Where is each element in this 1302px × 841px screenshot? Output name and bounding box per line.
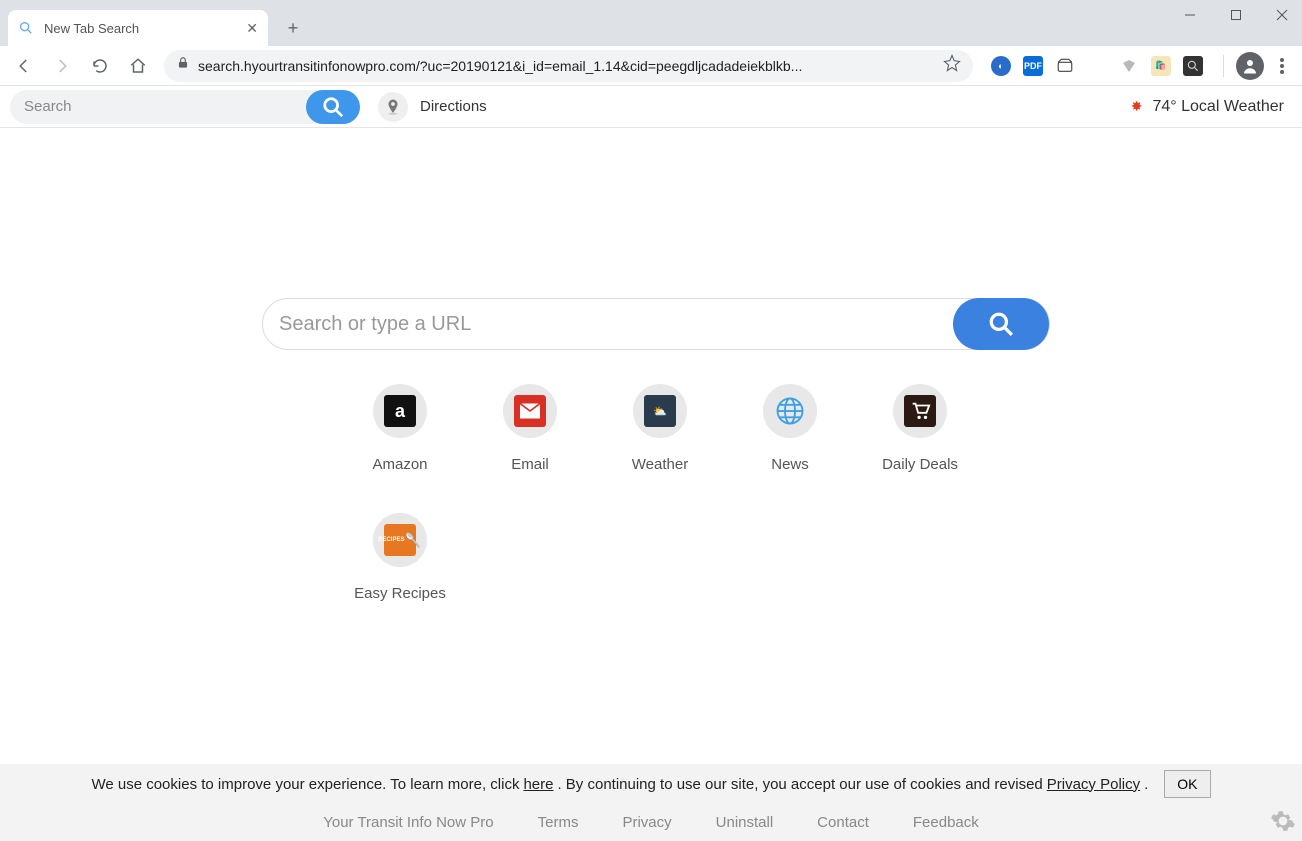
weather-icon: ⛅ [644,395,676,427]
extension-icon-wallet[interactable] [1055,56,1075,76]
weather-button[interactable]: ✸ 74° Local Weather [1131,98,1292,116]
window-close-button[interactable] [1270,3,1294,27]
toolbar-search-button[interactable] [306,90,360,124]
lock-icon [176,56,190,75]
email-icon [514,395,546,427]
directions-button[interactable]: Directions [378,92,487,122]
cookie-text-mid: . By continuing to use our site, you acc… [557,776,1042,793]
gear-icon [1270,808,1296,834]
tile-news[interactable]: News [725,384,855,473]
search-icon [988,311,1014,337]
browser-toolbar: ◐ PDF 🛍️ [0,46,1302,86]
tab-search-icon [18,20,34,36]
tile-label: Easy Recipes [354,585,446,602]
tile-label: Amazon [372,456,427,473]
address-bar[interactable] [164,50,973,82]
separator [1223,55,1224,77]
amazon-icon: a [384,395,416,427]
tab-close-button[interactable]: ✕ [246,20,258,37]
tile-amazon[interactable]: a Amazon [335,384,465,473]
minimize-button[interactable] [1178,3,1202,27]
tab-title: New Tab Search [44,21,236,36]
window-controls [1178,0,1294,30]
footer-link-product[interactable]: Your Transit Info Now Pro [323,814,493,831]
home-button[interactable] [122,50,154,82]
extension-icon-diamond[interactable] [1119,56,1139,76]
reload-button[interactable] [84,50,116,82]
search-icon [322,96,344,118]
page-toolbar: Directions ✸ 74° Local Weather [0,86,1302,128]
tile-label: Weather [632,456,688,473]
directions-label: Directions [420,98,487,115]
forward-button[interactable] [46,50,78,82]
footer-link-privacy[interactable]: Privacy [622,814,671,831]
weather-text: 74° Local Weather [1152,98,1284,116]
footer-link-terms[interactable]: Terms [538,814,579,831]
news-globe-icon [774,395,806,427]
page-footer: Your Transit Info Now Pro Terms Privacy … [0,804,1302,841]
tile-label: Daily Deals [882,456,958,473]
map-pin-icon [378,92,408,122]
tile-daily-deals[interactable]: Daily Deals [855,384,985,473]
shortcut-tiles: a Amazon Email ⛅ Weather News Daily Deal… [335,384,995,642]
extension-icon-pdf[interactable]: PDF [1023,56,1043,76]
maximize-button[interactable] [1224,3,1248,27]
sun-icon: ✸ [1131,98,1143,115]
main-search-field[interactable] [262,298,1050,350]
settings-gear-button[interactable] [1270,808,1296,837]
tile-weather[interactable]: ⛅ Weather [595,384,725,473]
cookie-ok-button[interactable]: OK [1164,770,1210,798]
profile-avatar[interactable] [1236,52,1264,80]
bookmark-star-icon[interactable] [943,54,961,77]
cart-icon [904,395,936,427]
main-content: a Amazon Email ⛅ Weather News Daily Deal… [0,128,1302,763]
cookie-here-link[interactable]: here [523,776,553,793]
back-button[interactable] [8,50,40,82]
footer-link-uninstall[interactable]: Uninstall [716,814,774,831]
new-tab-button[interactable]: + [278,13,308,43]
extension-icon-magnify[interactable] [1183,56,1203,76]
tile-label: Email [511,456,549,473]
toolbar-search-input[interactable] [24,98,306,115]
extension-icons: ◐ PDF 🛍️ [991,56,1203,76]
main-search-button[interactable] [953,298,1049,350]
toolbar-search-field[interactable] [10,90,360,124]
tile-email[interactable]: Email [465,384,595,473]
cookie-banner: We use cookies to improve your experienc… [0,764,1302,804]
tile-label: News [771,456,809,473]
extension-icon-bag[interactable]: 🛍️ [1151,56,1171,76]
main-search-input[interactable] [279,313,953,336]
cookie-text-pre: We use cookies to improve your experienc… [91,776,519,793]
tile-easy-recipes[interactable]: RECIPES🥄 Easy Recipes [335,513,465,602]
url-input[interactable] [198,58,935,74]
extension-icon-blue-circle[interactable]: ◐ [991,56,1011,76]
cookie-text-post: . [1144,776,1148,793]
recipes-icon: RECIPES🥄 [384,524,416,556]
browser-tabstrip: New Tab Search ✕ + [0,0,1302,46]
browser-tab[interactable]: New Tab Search ✕ [8,10,268,46]
chrome-menu-button[interactable] [1270,50,1294,82]
footer-link-feedback[interactable]: Feedback [913,814,979,831]
privacy-policy-link[interactable]: Privacy Policy [1047,776,1140,793]
footer-link-contact[interactable]: Contact [817,814,869,831]
